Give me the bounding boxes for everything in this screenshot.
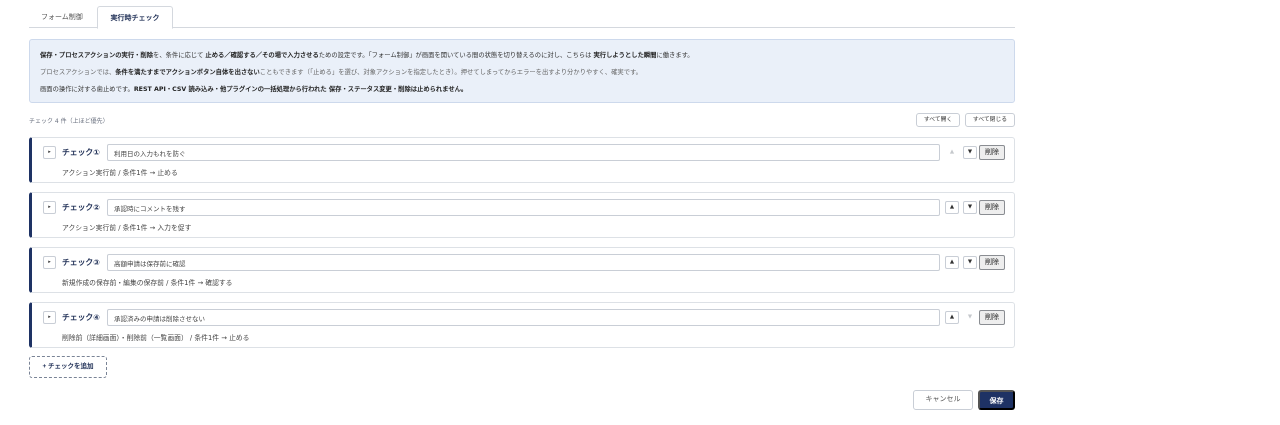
check-name-input[interactable] [107, 254, 940, 271]
add-check-button[interactable]: + チェックを追加 [29, 356, 107, 378]
delete-button[interactable]: 削除 [979, 255, 1005, 270]
move-up-icon[interactable]: ▲ [945, 201, 959, 214]
tab-bar: フォーム制御 実行時チェック [29, 6, 1015, 29]
check-title: チェック④ [62, 313, 100, 322]
expand-toggle-icon[interactable]: ▸ [43, 146, 56, 159]
check-title: チェック③ [62, 258, 100, 267]
check-card: ▸ チェック② ▲ ▼ 削除 アクション実行前 / 条件1件 → 入力を促す [29, 192, 1015, 238]
expand-toggle-icon[interactable]: ▸ [43, 311, 56, 324]
collapse-all-button[interactable]: すべて閉じる [965, 113, 1015, 127]
cancel-button[interactable]: キャンセル [913, 390, 973, 410]
expand-toggle-icon[interactable]: ▸ [43, 256, 56, 269]
info-panel: 保存・プロセスアクションの実行・削除を、条件に応じて 止める／確認する／その場で… [29, 39, 1015, 103]
move-up-icon: ▲ [945, 146, 959, 159]
move-down-icon[interactable]: ▼ [963, 201, 977, 214]
info-line-3: 画面の操作に対する歯止めです。REST API・CSV 読み込み・他プラグインの… [40, 86, 468, 93]
check-count: チェック 4 件（上ほど優先） [29, 118, 109, 125]
move-down-icon[interactable]: ▼ [963, 146, 977, 159]
delete-button[interactable]: 削除 [979, 310, 1005, 325]
move-up-icon[interactable]: ▲ [945, 311, 959, 324]
delete-button[interactable]: 削除 [979, 145, 1005, 160]
info-line-1: 保存・プロセスアクションの実行・削除を、条件に応じて 止める／確認する／その場で… [40, 52, 694, 59]
save-button[interactable]: 保存 [978, 390, 1015, 410]
check-summary: アクション実行前 / 条件1件 → 入力を促す [62, 224, 192, 232]
check-card: ▸ チェック③ ▲ ▼ 削除 新規作成の保存前・編集の保存前 / 条件1件 → … [29, 247, 1015, 293]
check-name-input[interactable] [107, 309, 940, 326]
check-summary: 削除前（詳細画面）・削除前（一覧画面） / 条件1件 → 止める [62, 334, 250, 342]
tab-runtime-check[interactable]: 実行時チェック [97, 6, 173, 29]
move-up-icon[interactable]: ▲ [945, 256, 959, 269]
tab-form-control[interactable]: フォーム制御 [31, 6, 93, 28]
check-title: チェック② [62, 203, 100, 212]
expand-toggle-icon[interactable]: ▸ [43, 201, 56, 214]
info-line-2: プロセスアクションでは、条件を満たすまでアクションボタン自体を出さないこともでき… [40, 69, 642, 76]
check-summary: アクション実行前 / 条件1件 → 止める [62, 169, 178, 177]
check-name-input[interactable] [107, 199, 940, 216]
move-down-icon: ▼ [963, 311, 977, 324]
delete-button[interactable]: 削除 [979, 200, 1005, 215]
check-card: ▸ チェック① ▲ ▼ 削除 アクション実行前 / 条件1件 → 止める [29, 137, 1015, 183]
check-summary: 新規作成の保存前・編集の保存前 / 条件1件 → 確認する [62, 279, 233, 287]
expand-all-button[interactable]: すべて開く [916, 113, 960, 127]
move-down-icon[interactable]: ▼ [963, 256, 977, 269]
check-title: チェック① [62, 148, 100, 157]
check-card: ▸ チェック④ ▲ ▼ 削除 削除前（詳細画面）・削除前（一覧画面） / 条件1… [29, 302, 1015, 348]
check-name-input[interactable] [107, 144, 940, 161]
